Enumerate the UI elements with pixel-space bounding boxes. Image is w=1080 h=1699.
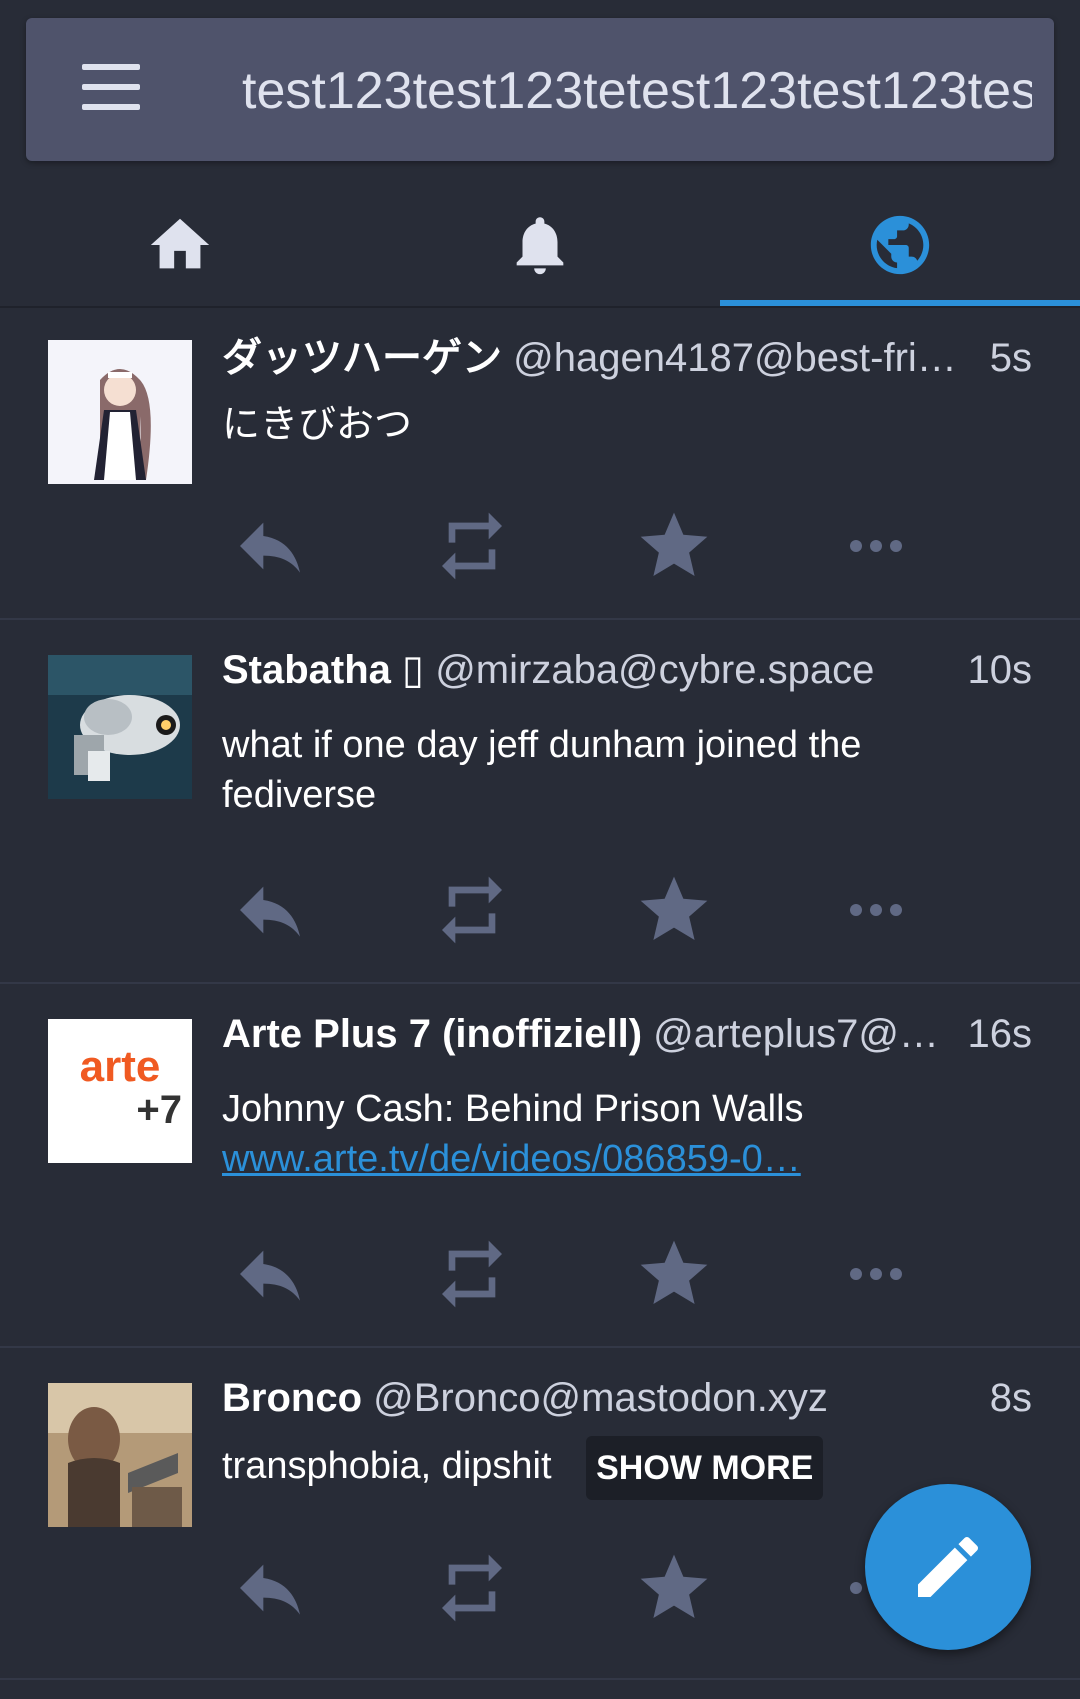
timestamp[interactable]: 5s [975,330,1032,386]
account-handle[interactable]: @hagen4187@best-fri… [513,336,957,380]
reply-button[interactable] [230,870,310,950]
tab-federated[interactable] [720,180,1080,308]
maid-girl-avatar[interactable] [48,340,192,484]
boost-button[interactable] [432,506,512,586]
globe-icon [870,215,930,275]
man-photo-avatar[interactable] [48,1383,192,1527]
retweet-icon [442,876,502,944]
more-horizontal-icon [850,540,902,552]
more-horizontal-icon [850,904,902,916]
status-header: Bronco @Bronco@mastodon.xyz 8s [222,1370,1032,1426]
retweet-icon [442,512,502,580]
star-icon [640,876,708,940]
favourite-button[interactable] [634,870,714,950]
display-name[interactable]: Bronco [222,1376,362,1420]
star-icon [640,1240,708,1304]
more-button[interactable] [836,1234,916,1314]
favourite-button[interactable] [634,506,714,586]
reply-icon [240,886,300,937]
status-actions [222,1234,922,1314]
retweet-icon [442,1554,502,1622]
retweet-icon [442,1240,502,1308]
star-icon [640,1554,708,1618]
status-content: にきびおつ [222,404,413,446]
tab-notifications[interactable] [360,180,720,308]
bell-icon [516,217,564,275]
display-name[interactable]: ダッツハーゲン [222,336,502,380]
page-title: test123test123tetest123test123test [242,62,1032,120]
more-button[interactable] [836,870,916,950]
svg-text:+7: +7 [136,1088,182,1132]
status-actions [222,506,922,586]
more-horizontal-icon [850,1268,902,1280]
boost-button[interactable] [432,870,512,950]
reply-button[interactable] [230,1234,310,1314]
status-actions [222,870,922,950]
status-actions [222,1548,922,1628]
arte-logo-avatar[interactable]: arte +7 [48,1019,192,1163]
display-name[interactable]: Stabatha ▯ [222,648,424,692]
status-header: Arte Plus 7 (inoffiziell) @arteplus7@… 1… [222,1006,1032,1062]
reply-icon [240,1250,300,1301]
favourite-button[interactable] [634,1234,714,1314]
star-icon [640,512,708,576]
boost-button[interactable] [432,1234,512,1314]
status-content: Johnny Cash: Behind Prison Walls www.art… [222,1084,1000,1184]
status-item[interactable]: Stabatha ▯ @mirzaba@cybre.space 10s what… [0,620,1080,984]
status-link[interactable]: www.arte.tv/de/videos/086859-0… [222,1134,1000,1184]
robot-avatar[interactable] [48,655,192,799]
boost-button[interactable] [432,1548,512,1628]
timestamp[interactable]: 8s [975,1370,1032,1426]
reply-icon [240,522,300,573]
home-icon [150,218,210,269]
show-more-button[interactable]: SHOW MORE [586,1436,824,1500]
reply-button[interactable] [230,506,310,586]
timestamp[interactable]: 16s [953,1006,1032,1062]
timestamp[interactable]: 10s [953,642,1032,698]
account-handle[interactable]: @arteplus7@… [653,1012,939,1056]
pencil-icon [918,1536,979,1597]
account-handle[interactable]: @mirzaba@cybre.space [435,648,874,692]
more-button[interactable] [836,506,916,586]
status-content: what if one day jeff dunham joined the f… [222,724,862,816]
reply-button[interactable] [230,1548,310,1628]
status-content: transphobia, dipshit SHOW MORE [222,1436,824,1500]
status-item[interactable]: arte +7 Arte Plus 7 (inoffiziell) @artep… [0,984,1080,1348]
tab-bar [0,180,1080,308]
status-item[interactable]: ダッツハーゲン @hagen4187@best-fri… 5s にきびおつ [0,308,1080,620]
account-handle[interactable]: @Bronco@mastodon.xyz [373,1376,828,1420]
top-bar: test123test123tetest123test123test [26,18,1054,161]
spoiler-text: transphobia, dipshit [222,1445,552,1488]
status-header: ダッツハーゲン @hagen4187@best-fri… 5s [222,330,1032,386]
svg-text:arte: arte [80,1042,161,1091]
favourite-button[interactable] [634,1548,714,1628]
tab-home[interactable] [0,180,360,308]
display-name[interactable]: Arte Plus 7 (inoffiziell) [222,1012,642,1056]
status-text: Johnny Cash: Behind Prison Walls [222,1088,804,1130]
compose-button[interactable] [865,1484,1031,1650]
reply-icon [240,1564,300,1615]
menu-icon[interactable] [82,64,144,114]
status-header: Stabatha ▯ @mirzaba@cybre.space 10s [222,642,1032,698]
